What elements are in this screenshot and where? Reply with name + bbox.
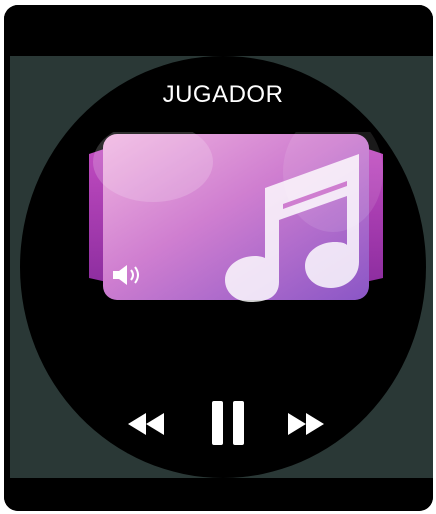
- volume-icon: [111, 264, 147, 286]
- pause-icon: [212, 401, 244, 445]
- watch-screen: JUGADOR: [10, 56, 433, 478]
- watch-face: JUGADOR: [20, 56, 426, 478]
- playback-controls: [20, 397, 426, 449]
- top-bezel: [4, 5, 433, 55]
- page-title: JUGADOR: [162, 81, 284, 108]
- fast-forward-button[interactable]: [286, 409, 326, 439]
- pause-button[interactable]: [208, 399, 248, 447]
- rewind-button[interactable]: [126, 409, 166, 439]
- rewind-icon: [128, 413, 164, 435]
- album-art-card[interactable]: [83, 132, 389, 302]
- device-frame: JUGADOR: [4, 5, 433, 511]
- bottom-bezel: [4, 478, 433, 511]
- fast-forward-icon: [288, 413, 324, 435]
